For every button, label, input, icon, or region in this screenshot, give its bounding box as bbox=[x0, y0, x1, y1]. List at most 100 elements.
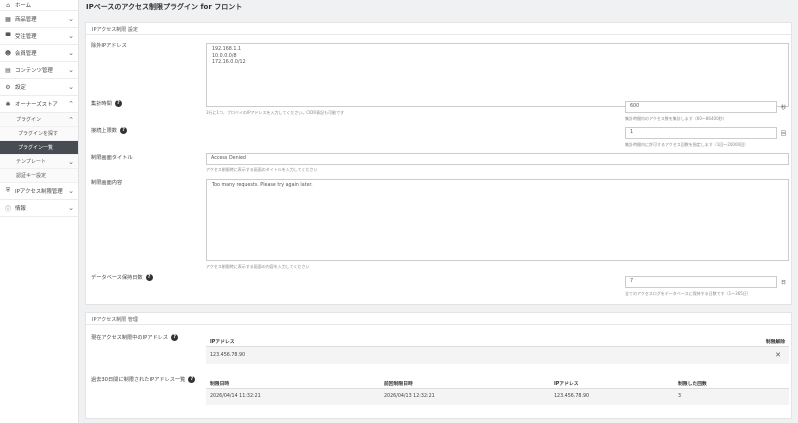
whitelist-label: 除外IPアドレス bbox=[91, 43, 127, 49]
whitelist-textarea[interactable]: 192.168.1.1 10.0.0.0/8 172.16.0.0/12 bbox=[206, 43, 789, 107]
sidebar-item-ip-access[interactable]: ⛨ IPアクセス制限管理 ⌄ bbox=[0, 183, 78, 200]
blocked-label: 現在アクセス制限中のIPアドレス ? bbox=[91, 334, 179, 341]
sidebar-item-products[interactable]: ▦ 商品管理 ⌄ bbox=[0, 11, 78, 28]
content-value: Too many requests. Please try again late… bbox=[212, 183, 313, 188]
document-icon: ▤ bbox=[5, 66, 11, 74]
close-icon[interactable]: ✕ bbox=[775, 351, 781, 359]
sidebar-item-label: 認証キー設定 bbox=[16, 173, 47, 179]
column-header: IPアドレス bbox=[554, 382, 579, 387]
sidebar-item-contents[interactable]: ▤ コンテンツ管理 ⌄ bbox=[0, 62, 78, 79]
sidebar-item-label: ホーム bbox=[15, 3, 32, 9]
sidebar-item-info[interactable]: ⓘ 情報 ⌄ bbox=[0, 200, 78, 217]
sidebar-item-auth-key[interactable]: 認証キー設定 bbox=[0, 169, 78, 183]
sidebar-item-label: IPアクセス制限管理 bbox=[15, 189, 63, 195]
whitelist-value: 172.16.0.0/12 bbox=[212, 60, 246, 65]
section-title: IPアクセス制限 管理 bbox=[86, 313, 791, 325]
chevron-down-icon: ⌄ bbox=[68, 83, 74, 91]
period-label: 集計時間 ? bbox=[91, 100, 122, 107]
column-header: 制限日時 bbox=[210, 382, 230, 387]
sidebar-item-home[interactable]: ⌂ ホーム bbox=[0, 0, 78, 11]
history-count: 3 bbox=[678, 394, 682, 399]
whitelist-hint: 1行に1つ、プロベイのIPアドレスを入力してください。CIDR表記も可能です bbox=[206, 110, 345, 115]
sidebar-item-orders[interactable]: ▀ 受注管理 ⌄ bbox=[0, 28, 78, 45]
blocked-ip: 123.456.78.90 bbox=[210, 353, 246, 358]
sidebar-item-label: 設定 bbox=[15, 85, 26, 91]
table-row bbox=[206, 389, 789, 405]
help-icon[interactable]: ? bbox=[188, 376, 196, 383]
history-date: 2026/04/14 11:32:21 bbox=[210, 394, 261, 399]
sidebar-item-label: プラグインを探す bbox=[18, 131, 59, 137]
chevron-up-icon: ⌃ bbox=[68, 116, 74, 124]
help-icon[interactable]: ? bbox=[145, 274, 153, 281]
limit-label: 接続上限数 ? bbox=[91, 127, 127, 134]
content-hint: アクセス制限時に表示する画面の内容を入力してください bbox=[206, 264, 310, 269]
sidebar-item-label: コンテンツ管理 bbox=[15, 68, 53, 74]
retention-hint: 全てのアクセスログをデータベースに保持する日数です（1〜365日） bbox=[625, 291, 751, 296]
period-input[interactable]: 600 bbox=[625, 101, 777, 113]
chevron-up-icon: ⌃ bbox=[68, 100, 74, 108]
retention-input[interactable]: 7 bbox=[625, 276, 777, 288]
chevron-down-icon: ⌄ bbox=[68, 49, 74, 57]
cart-icon: ▀ bbox=[5, 32, 11, 40]
sidebar-item-label: 会員管理 bbox=[15, 51, 37, 57]
management-card: IPアクセス制限 管理 現在アクセス制限中のIPアドレス ? IPアドレス 制限… bbox=[85, 312, 792, 419]
limit-input[interactable]: 1 bbox=[625, 127, 777, 139]
page-title: IPベースのアクセス制限プラグイン for フロント bbox=[86, 3, 243, 11]
content-textarea[interactable]: Too many requests. Please try again late… bbox=[206, 179, 789, 261]
period-hint: 集計時間内のアクセス数を集計します（60〜86400秒） bbox=[625, 116, 727, 121]
retention-label: データベース保持日数 ? bbox=[91, 274, 153, 281]
title-input[interactable]: Access Denied bbox=[206, 153, 789, 165]
sidebar-item-label: プラグイン一覧 bbox=[18, 145, 54, 151]
sidebar-item-label: 情報 bbox=[15, 206, 26, 212]
sidebar-item-label: 商品管理 bbox=[15, 17, 37, 23]
retention-unit: 日 bbox=[781, 280, 787, 286]
section-title: IPアクセス制限 設定 bbox=[86, 23, 791, 35]
settings-card: IPアクセス制限 設定 除外IPアドレス 192.168.1.1 10.0.0.… bbox=[85, 22, 792, 305]
history-table: 制限日時 前回制限日時 IPアドレス 制限した回数 2026/04/14 11:… bbox=[206, 375, 789, 409]
sidebar-item-label: プラグイン bbox=[16, 117, 42, 123]
shield-icon: ⛨ bbox=[5, 187, 11, 194]
period-unit: 秒 bbox=[781, 105, 787, 111]
sidebar-item-label: オーナーズストア bbox=[15, 102, 58, 108]
column-header: 制限した回数 bbox=[678, 382, 707, 387]
sidebar-item-label: 受注管理 bbox=[15, 34, 37, 40]
sidebar-item-store[interactable]: ✱ オーナーズストア ⌃ bbox=[0, 96, 78, 113]
info-icon: ⓘ bbox=[4, 205, 11, 213]
sidebar-item-plugin-search[interactable]: プラグインを探す bbox=[0, 127, 78, 141]
history-ip: 123.456.78.90 bbox=[554, 394, 590, 399]
sidebar-item-plugin[interactable]: プラグイン ⌃ bbox=[0, 113, 78, 127]
users-icon: ☻ bbox=[4, 49, 12, 57]
column-header: 前回制限日時 bbox=[384, 382, 413, 387]
chevron-down-icon: ⌄ bbox=[68, 66, 74, 74]
sidebar-item-label: テンプレート bbox=[16, 159, 46, 165]
table-row bbox=[206, 347, 789, 364]
products-icon: ▦ bbox=[5, 15, 11, 23]
title-hint: アクセス制限時に表示する画面のタイトルを入力してください bbox=[206, 167, 318, 172]
help-icon[interactable]: ? bbox=[119, 127, 127, 134]
home-icon: ⌂ bbox=[6, 1, 10, 9]
sidebar-item-plugin-list[interactable]: プラグイン一覧 bbox=[0, 141, 78, 155]
sidebar-item-settings[interactable]: ⚙ 設定 ⌄ bbox=[0, 79, 78, 96]
chevron-down-icon: ⌄ bbox=[68, 158, 74, 166]
column-header: IPアドレス bbox=[210, 340, 235, 345]
main-content: IPベースのアクセス制限プラグイン for フロント IPアクセス制限 設定 除… bbox=[80, 0, 798, 423]
history-label: 過去30日間に制限されたIPアドレス一覧 ? bbox=[91, 376, 196, 383]
column-header: 制限解除 bbox=[765, 340, 785, 345]
store-icon: ✱ bbox=[5, 100, 11, 108]
chevron-down-icon: ⌄ bbox=[68, 204, 74, 212]
chevron-down-icon: ⌄ bbox=[68, 187, 74, 195]
chevron-down-icon: ⌄ bbox=[68, 32, 74, 40]
limit-hint: 集計時間内に許可するアクセス回数を指定します（1回〜20000回） bbox=[625, 142, 749, 147]
content-label: 制限画面内容 bbox=[91, 180, 123, 186]
chevron-down-icon: ⌄ bbox=[68, 15, 74, 23]
blocked-table: IPアドレス 制限解除 123.456.78.90 ✕ bbox=[206, 333, 789, 367]
help-icon[interactable]: ? bbox=[114, 100, 122, 107]
sidebar-item-template[interactable]: テンプレート ⌄ bbox=[0, 155, 78, 169]
title-label: 制限画面タイトル bbox=[91, 155, 133, 161]
help-icon[interactable]: ? bbox=[171, 334, 179, 341]
sidebar: ⌂ ホーム ▦ 商品管理 ⌄ ▀ 受注管理 ⌄ ☻ 会員管理 ⌄ ▤ コンテンツ… bbox=[0, 0, 79, 423]
history-prev-date: 2026/04/13 12:32:21 bbox=[384, 394, 435, 399]
gear-icon: ⚙ bbox=[5, 83, 11, 91]
sidebar-item-customers[interactable]: ☻ 会員管理 ⌄ bbox=[0, 45, 78, 62]
limit-unit: 回 bbox=[781, 131, 787, 137]
